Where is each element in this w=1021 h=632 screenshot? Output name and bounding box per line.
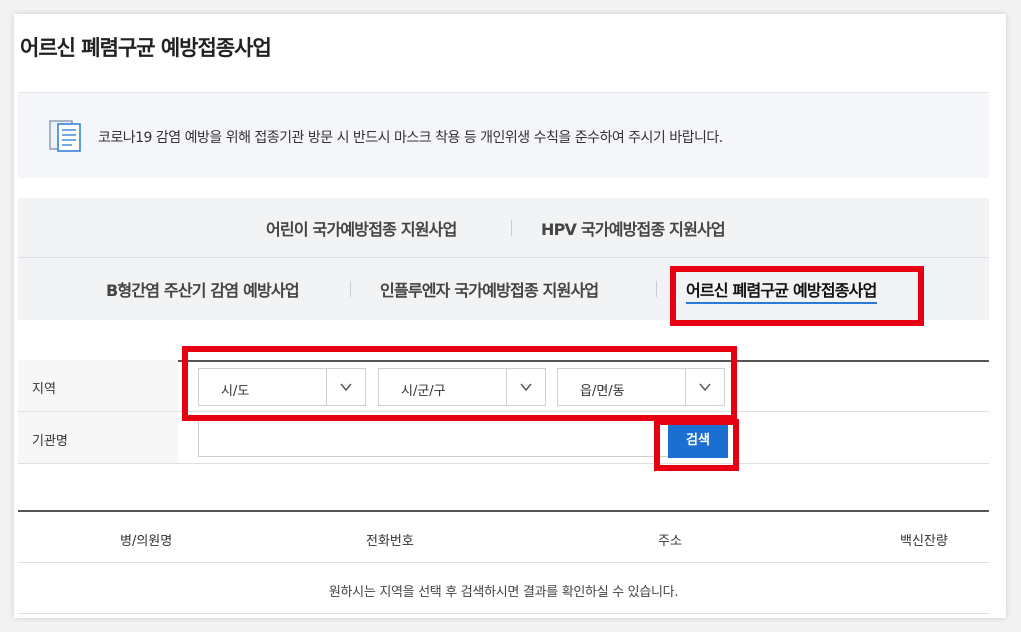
document-list-icon: [49, 120, 81, 152]
column-vaccine-stock: 백신잔량: [900, 534, 948, 549]
tab-row-2: B형간염 주산기 감염 예방사업 인플루엔자 국가예방접종 지원사업 어르신 폐…: [18, 259, 989, 319]
sigungu-select[interactable]: 시/군/구: [378, 368, 546, 406]
empty-result-message: 원하시는 지역을 선택 후 검색하시면 결과를 확인하실 수 있습니다.: [328, 585, 679, 600]
tab-separator: [350, 281, 351, 297]
results-body: 원하시는 지역을 선택 후 검색하시면 결과를 확인하실 수 있습니다.: [18, 564, 989, 614]
page-title: 어르신 폐렴구균 예방접종사업: [20, 36, 272, 60]
region-row: 지역 시/도 시/군/구 읍/면/동: [18, 360, 989, 412]
sigungu-select-value: 시/군/구: [401, 384, 446, 399]
region-label: 지역: [18, 360, 178, 411]
notice-banner: 코로나19 감염 예방을 위해 접종기관 방문 시 반드시 마스크 착용 등 개…: [18, 92, 989, 178]
chevron-down-icon: [699, 383, 711, 392]
select-divider: [326, 369, 327, 405]
institution-input[interactable]: [198, 419, 726, 457]
select-divider: [685, 369, 686, 405]
institution-label: 기관명: [18, 412, 178, 463]
tab-hepatitis-b[interactable]: B형간염 주산기 감염 예방사업: [106, 277, 300, 301]
program-tabs: 어린이 국가예방접종 지원사업 HPV 국가예방접종 지원사업 B형간염 주산기…: [18, 198, 989, 320]
main-card: 어르신 폐렴구균 예방접종사업 코로나19 감염 예방을 위해 접종기관 방문 …: [14, 14, 1006, 618]
eupmyeondong-select-value: 읍/면/동: [580, 384, 625, 399]
tab-row-1: 어린이 국가예방접종 지원사업 HPV 국가예방접종 지원사업: [18, 198, 989, 258]
search-button[interactable]: 검색: [668, 424, 728, 458]
column-phone: 전화번호: [366, 534, 414, 549]
column-hospital-name: 병/의원명: [120, 534, 173, 549]
notice-text: 코로나19 감염 예방을 위해 접종기관 방문 시 반드시 마스크 착용 등 개…: [98, 130, 723, 146]
tab-hpv-vaccination[interactable]: HPV 국가예방접종 지원사업: [541, 216, 726, 240]
sido-select-value: 시/도: [221, 384, 250, 399]
column-address: 주소: [658, 534, 682, 549]
select-divider: [506, 369, 507, 405]
chevron-down-icon: [520, 383, 532, 392]
tab-child-vaccination[interactable]: 어린이 국가예방접종 지원사업: [266, 216, 457, 240]
results-header: 병/의원명 전화번호 주소 백신잔량: [18, 512, 989, 563]
sido-select[interactable]: 시/도: [198, 368, 366, 406]
tab-pneumococcal-active[interactable]: 어르신 폐렴구균 예방접종사업: [686, 277, 877, 304]
institution-row: 기관명 검색: [18, 412, 989, 464]
tab-influenza[interactable]: 인플루엔자 국가예방접종 지원사업: [380, 277, 599, 301]
tab-separator: [511, 220, 512, 236]
eupmyeondong-select[interactable]: 읍/면/동: [557, 368, 725, 406]
tab-separator: [656, 281, 657, 297]
chevron-down-icon: [340, 383, 352, 392]
